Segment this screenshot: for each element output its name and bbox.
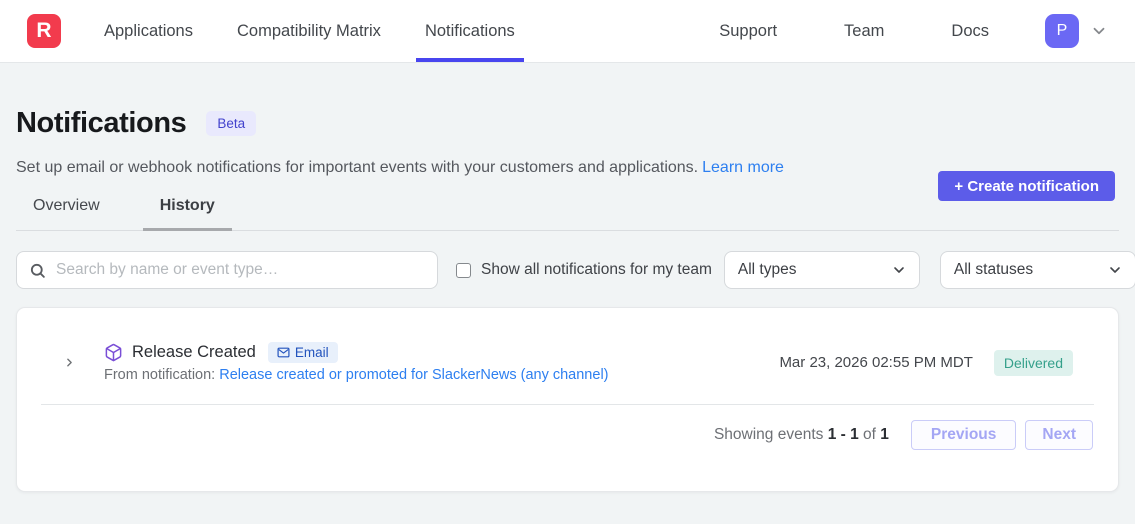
pagination: Showing events 1 - 1 of 1 Previous Next xyxy=(17,405,1118,491)
user-avatar[interactable]: P xyxy=(1045,14,1079,48)
event-timestamp: Mar 23, 2026 02:55 PM MDT xyxy=(779,354,972,371)
chevron-down-icon xyxy=(1090,22,1108,40)
pagination-prefix: Showing events xyxy=(714,426,823,443)
learn-more-link[interactable]: Learn more xyxy=(702,159,784,176)
nav-item-compatibility-matrix[interactable]: Compatibility Matrix xyxy=(228,0,390,62)
type-filter-select[interactable]: All types xyxy=(724,251,920,289)
status-badge: Delivered xyxy=(994,350,1073,376)
page-content: Notifications Beta + Create notification… xyxy=(0,107,1135,492)
top-nav: R Applications Compatibility Matrix Noti… xyxy=(0,0,1135,63)
event-main: Release Created Email From notification:… xyxy=(104,342,609,383)
page-title: Notifications xyxy=(16,107,186,140)
source-notification-link[interactable]: Release created or promoted for SlackerN… xyxy=(219,367,608,383)
status-filter-value: All statuses xyxy=(954,261,1033,279)
channel-badge: Email xyxy=(268,342,338,363)
previous-page-button[interactable]: Previous xyxy=(911,420,1016,450)
pagination-total: 1 xyxy=(880,426,889,443)
events-card: Release Created Email From notification:… xyxy=(16,307,1119,492)
event-name: Release Created xyxy=(132,343,256,362)
pagination-of: of xyxy=(863,426,876,443)
tab-bar: Overview History xyxy=(16,196,1119,231)
nav-item-team[interactable]: Team xyxy=(835,22,893,41)
type-filter-value: All types xyxy=(738,261,797,279)
nav-item-support[interactable]: Support xyxy=(710,22,786,41)
tab-history[interactable]: History xyxy=(143,196,232,230)
next-page-button[interactable]: Next xyxy=(1025,420,1093,450)
pagination-summary: Showing events 1 - 1 of 1 xyxy=(714,426,889,444)
chevron-right-icon xyxy=(63,356,76,369)
event-title-line: Release Created Email xyxy=(104,342,609,363)
chevron-down-icon xyxy=(1107,262,1123,278)
title-row: Notifications Beta xyxy=(16,107,1119,140)
secondary-nav: Support Team Docs P xyxy=(710,0,1108,62)
create-notification-button[interactable]: + Create notification xyxy=(938,171,1115,201)
team-filter-group: Show all notifications for my team xyxy=(456,261,712,279)
beta-badge: Beta xyxy=(206,111,256,136)
envelope-icon xyxy=(277,346,290,359)
search-box xyxy=(16,251,438,289)
search-icon xyxy=(29,262,46,279)
chevron-down-icon xyxy=(891,262,907,278)
description-text: Set up email or webhook notifications fo… xyxy=(16,159,698,176)
tab-overview[interactable]: Overview xyxy=(16,196,117,230)
channel-badge-label: Email xyxy=(295,345,329,360)
from-notification-label: From notification: xyxy=(104,367,215,383)
filter-row: Show all notifications for my team All t… xyxy=(16,251,1119,289)
logo-letter: R xyxy=(36,19,51,43)
event-source-line: From notification:Release created or pro… xyxy=(104,367,609,383)
nav-item-docs[interactable]: Docs xyxy=(942,22,998,41)
team-checkbox-label: Show all notifications for my team xyxy=(481,261,712,279)
pagination-range: 1 - 1 xyxy=(828,426,859,443)
team-checkbox[interactable] xyxy=(456,263,471,278)
nav-item-notifications[interactable]: Notifications xyxy=(416,0,524,62)
expand-row-button[interactable] xyxy=(61,355,77,371)
avatar-letter: P xyxy=(1057,22,1068,40)
user-menu-chevron[interactable] xyxy=(1090,22,1108,40)
package-icon xyxy=(104,343,123,362)
event-row: Release Created Email From notification:… xyxy=(17,308,1118,404)
status-filter-select[interactable]: All statuses xyxy=(940,251,1135,289)
primary-nav: Applications Compatibility Matrix Notifi… xyxy=(95,0,524,62)
search-input[interactable] xyxy=(56,261,425,279)
nav-item-applications[interactable]: Applications xyxy=(95,0,202,62)
event-meta: Mar 23, 2026 02:55 PM MDT Delivered xyxy=(779,350,1073,376)
app-logo[interactable]: R xyxy=(27,14,61,48)
